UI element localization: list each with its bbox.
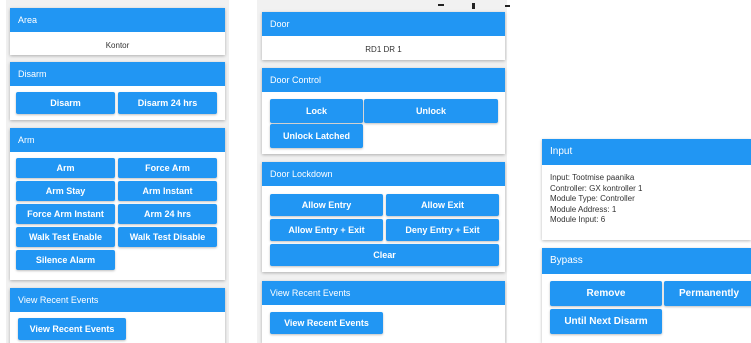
door-column: Door RD1 DR 1 Door Control Lock Unlock U…	[257, 0, 507, 343]
door-lockdown-card: Door Lockdown Allow Entry Allow Exit All…	[262, 162, 505, 272]
input-card: Input Input: Tootmise paanika Controller…	[542, 139, 751, 240]
bypass-card: Bypass Remove Permanently Until Next Dis…	[542, 248, 751, 343]
area-card: Area Kontor	[10, 8, 225, 55]
door-name: RD1 DR 1	[365, 45, 402, 54]
door-control-title: Door Control	[262, 68, 505, 92]
lock-button[interactable]: Lock	[270, 99, 363, 123]
module-type-line: Module Type: Controller	[550, 194, 635, 203]
force-arm-button[interactable]: Force Arm	[118, 158, 217, 178]
disarm-24hrs-button[interactable]: Disarm 24 hrs	[118, 92, 217, 114]
disarm-card: Disarm Disarm Disarm 24 hrs	[10, 62, 225, 120]
input-card-title: Input	[542, 139, 751, 165]
recent-events-title: View Recent Events	[10, 288, 225, 312]
bypass-card-title: Bypass	[542, 248, 751, 274]
force-arm-instant-button[interactable]: Force Arm Instant	[16, 204, 115, 224]
unlock-button[interactable]: Unlock	[364, 99, 498, 123]
unlock-latched-button[interactable]: Unlock Latched	[270, 124, 363, 148]
area-card-title: Area	[10, 8, 225, 32]
arm-button[interactable]: Arm	[16, 158, 115, 178]
allow-entry-button[interactable]: Allow Entry	[270, 194, 383, 216]
disarm-card-title: Disarm	[10, 62, 225, 86]
arm-instant-button[interactable]: Arm Instant	[118, 181, 217, 201]
door-card: Door RD1 DR 1	[262, 12, 505, 60]
arm-card-title: Arm	[10, 128, 225, 152]
bypass-until-next-disarm-button[interactable]: Until Next Disarm	[550, 309, 662, 334]
recent-events-card: View Recent Events View Recent Events	[10, 288, 225, 343]
walk-test-disable-button[interactable]: Walk Test Disable	[118, 227, 217, 247]
input-name-line: Input: Tootmise paanika	[550, 173, 635, 182]
arm-stay-button[interactable]: Arm Stay	[16, 181, 115, 201]
door-recent-events-card: View Recent Events View Recent Events	[262, 281, 505, 343]
module-input-line: Module Input: 6	[550, 215, 606, 224]
door-view-recent-events-button[interactable]: View Recent Events	[270, 312, 383, 334]
allow-exit-button[interactable]: Allow Exit	[386, 194, 499, 216]
bypass-permanently-button[interactable]: Permanently	[664, 281, 751, 306]
bypass-remove-button[interactable]: Remove	[550, 281, 662, 306]
area-column: Area Kontor Disarm Disarm Disarm 24 hrs …	[6, 0, 229, 343]
module-address-line: Module Address: 1	[550, 204, 617, 214]
stray-mark	[472, 3, 475, 9]
view-recent-events-button[interactable]: View Recent Events	[18, 318, 126, 340]
walk-test-enable-button[interactable]: Walk Test Enable	[16, 227, 115, 247]
door-lockdown-title: Door Lockdown	[262, 162, 505, 186]
door-control-card: Door Control Lock Unlock Unlock Latched	[262, 68, 505, 154]
deny-entry-exit-button[interactable]: Deny Entry + Exit	[386, 219, 499, 241]
door-recent-events-title: View Recent Events	[262, 281, 505, 305]
stray-mark	[505, 5, 510, 7]
arm-24hrs-button[interactable]: Arm 24 hrs	[118, 204, 217, 224]
clear-button[interactable]: Clear	[270, 244, 499, 266]
arm-card: Arm Arm Force Arm Arm Stay Arm Instant F…	[10, 128, 225, 280]
controller-line: Controller: GX kontroller 1	[550, 183, 643, 193]
silence-alarm-button[interactable]: Silence Alarm	[16, 250, 115, 270]
door-card-title: Door	[262, 12, 505, 36]
disarm-button[interactable]: Disarm	[16, 92, 115, 114]
area-name: Kontor	[105, 41, 130, 50]
allow-entry-exit-button[interactable]: Allow Entry + Exit	[270, 219, 383, 241]
stray-mark	[438, 4, 444, 6]
